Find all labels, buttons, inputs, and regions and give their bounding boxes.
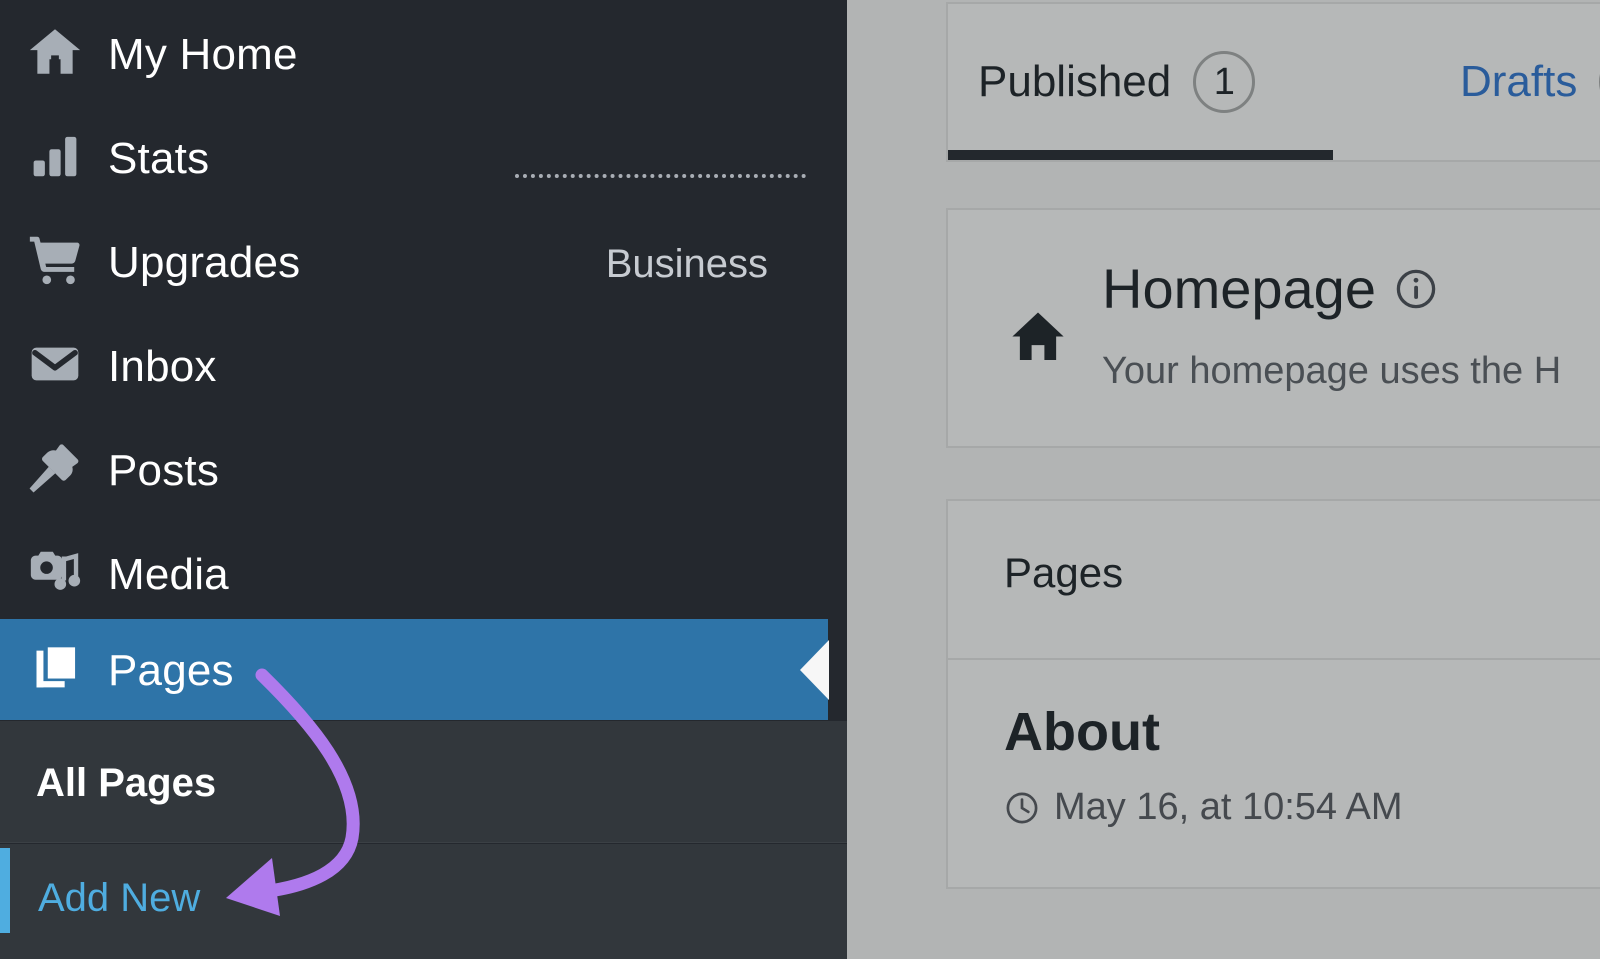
sidebar-item-label: Media	[108, 550, 229, 600]
homepage-description: Your homepage uses the H	[1102, 350, 1561, 393]
pages-section-header: Pages	[948, 501, 1600, 660]
sidebar-plan-badge: Business	[606, 242, 768, 287]
pages-section-card: Pages About May 16, at 10:54 AM	[946, 499, 1600, 889]
sidebar-subitem-label: Add New	[38, 876, 200, 921]
sidebar-item-label: Inbox	[108, 342, 217, 392]
sidebar-item-my-home[interactable]: My Home	[0, 0, 847, 104]
homepage-title-row: Homepage	[1102, 256, 1438, 321]
homepage-card[interactable]: Homepage Your homepage uses the H	[946, 208, 1600, 448]
home-icon	[1006, 304, 1070, 368]
sidebar-item-stats[interactable]: Stats	[0, 104, 847, 208]
tab-published[interactable]: Published 1	[978, 4, 1255, 160]
sidebar: My Home Stats U	[0, 0, 847, 959]
active-indicator-bar	[0, 848, 10, 933]
bar-chart-icon	[24, 125, 86, 187]
sidebar-subitem-all-pages[interactable]: All Pages	[0, 721, 847, 843]
sidebar-item-label: Upgrades	[108, 238, 300, 288]
homepage-title: Homepage	[1102, 256, 1376, 321]
main-content-panel: Published 1 Drafts 1 Homepage	[847, 0, 1600, 959]
sidebar-item-label: My Home	[108, 30, 298, 80]
sidebar-subitem-add-new[interactable]: Add New	[0, 844, 847, 959]
sidebar-item-label: Stats	[108, 134, 209, 184]
info-icon[interactable]	[1394, 267, 1438, 311]
tab-drafts[interactable]: Drafts 1	[1460, 4, 1600, 160]
media-icon	[24, 541, 86, 603]
sidebar-subitem-label: All Pages	[36, 761, 216, 806]
clock-icon	[1004, 790, 1040, 826]
tab-bar: Published 1 Drafts 1	[946, 2, 1600, 162]
sidebar-item-inbox[interactable]: Inbox	[0, 312, 847, 416]
sidebar-item-posts[interactable]: Posts	[0, 416, 847, 520]
tab-label: Drafts	[1460, 57, 1577, 107]
tab-count-badge: 1	[1193, 51, 1255, 113]
pages-icon	[26, 639, 86, 699]
active-item-notch-icon	[800, 640, 829, 700]
pages-section-heading: Pages	[1004, 549, 1123, 597]
selected-tab-underline	[948, 150, 1333, 160]
sidebar-dotted-separator	[515, 174, 806, 178]
sidebar-item-label: Pages	[108, 646, 234, 696]
pin-icon	[24, 437, 86, 499]
cart-icon	[24, 229, 86, 291]
home-icon	[24, 21, 86, 83]
page-entry-title[interactable]: About	[1004, 701, 1160, 763]
screenshot-root: My Home Stats U	[0, 0, 1600, 959]
page-entry-meta: May 16, at 10:54 AM	[1004, 786, 1403, 829]
sidebar-item-media[interactable]: Media	[0, 520, 847, 624]
sidebar-item-upgrades[interactable]: Upgrades Business	[0, 208, 847, 312]
sidebar-item-pages[interactable]: Pages	[0, 619, 828, 720]
page-entry-timestamp: May 16, at 10:54 AM	[1054, 786, 1403, 829]
sidebar-item-label: Posts	[108, 446, 219, 496]
tab-label: Published	[978, 57, 1171, 107]
envelope-icon	[24, 333, 86, 395]
